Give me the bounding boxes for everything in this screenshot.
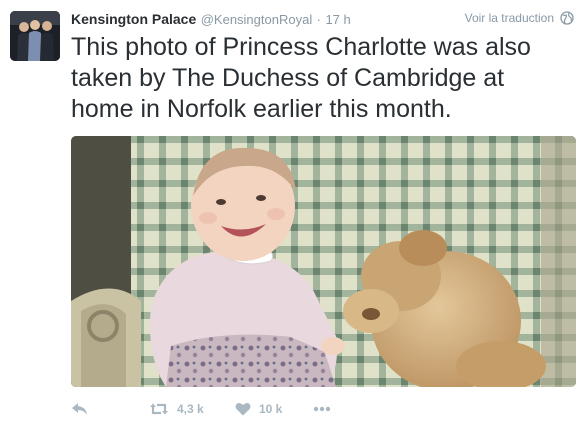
retweet-count: 4,3 k	[177, 402, 204, 416]
separator: ·	[316, 12, 321, 27]
like-button[interactable]: 10 k	[235, 402, 313, 416]
retweet-button[interactable]: 4,3 k	[149, 402, 235, 416]
retweet-icon	[149, 402, 169, 416]
tweet-actions: 4,3 k 10 k	[71, 398, 331, 420]
tweet-photo[interactable]	[71, 136, 576, 387]
tweet-text: This photo of Princess Charlotte was als…	[71, 33, 531, 123]
translate-button[interactable]: Voir la traduction	[465, 11, 574, 25]
avatar[interactable]	[10, 11, 60, 61]
tweet: Kensington Palace @KensingtonRoyal · 17 …	[0, 0, 588, 430]
globe-icon	[560, 11, 574, 25]
more-button[interactable]	[313, 406, 331, 412]
translate-label: Voir la traduction	[464, 11, 554, 25]
like-count: 10 k	[259, 402, 283, 416]
heart-icon	[235, 402, 251, 416]
more-dots-icon	[313, 406, 331, 412]
reply-icon	[71, 402, 89, 416]
author-handle[interactable]: @KensingtonRoyal	[201, 12, 312, 27]
timestamp[interactable]: 17 h	[325, 12, 350, 27]
author-name[interactable]: Kensington Palace	[71, 11, 196, 27]
reply-button[interactable]	[71, 402, 149, 416]
